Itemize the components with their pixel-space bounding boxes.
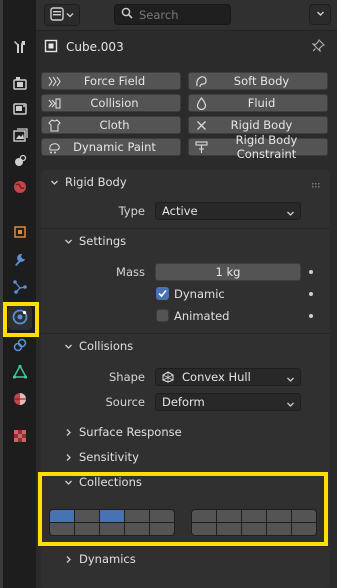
material-icon bbox=[12, 391, 28, 410]
tab-particles[interactable] bbox=[8, 276, 32, 300]
dynamic-checkbox[interactable] bbox=[156, 287, 169, 300]
dynamic-paint-button[interactable]: Dynamic Paint bbox=[41, 138, 181, 156]
highlight-collections bbox=[38, 472, 328, 546]
source-dropdown[interactable]: Deform bbox=[155, 393, 301, 411]
properties-editor-icon bbox=[50, 6, 64, 24]
rigid-body-constraint-icon bbox=[192, 140, 210, 154]
chevron-down-icon bbox=[66, 9, 74, 22]
checkmark-icon bbox=[158, 289, 167, 298]
object-icon bbox=[12, 224, 28, 243]
chevron-down-icon bbox=[286, 373, 295, 387]
chevron-down-icon bbox=[61, 237, 75, 246]
keyframe-dot[interactable] bbox=[309, 270, 313, 274]
soft-body-button[interactable]: Soft Body bbox=[188, 72, 328, 90]
keyframe-dot[interactable] bbox=[309, 314, 313, 318]
tab-tool[interactable] bbox=[8, 36, 32, 60]
fluid-button[interactable]: Fluid bbox=[188, 94, 328, 112]
object-context-row: Cube.003 bbox=[44, 37, 324, 57]
chevron-down-icon bbox=[61, 342, 75, 351]
collision-icon bbox=[45, 97, 63, 110]
rigid-body-button[interactable]: Rigid Body bbox=[188, 116, 328, 134]
convex-hull-icon bbox=[162, 371, 174, 383]
tab-object[interactable] bbox=[8, 221, 32, 245]
dynamic-label: Dynamic bbox=[174, 287, 225, 301]
tab-texture[interactable] bbox=[8, 425, 32, 449]
render-icon bbox=[12, 75, 28, 94]
view-layer-icon bbox=[12, 127, 28, 146]
modifier-icon bbox=[12, 252, 28, 271]
tab-render[interactable] bbox=[8, 72, 32, 96]
tab-output[interactable] bbox=[8, 98, 32, 122]
shape-label: Shape bbox=[108, 370, 145, 384]
mass-field[interactable]: 1 kg bbox=[155, 263, 301, 281]
cloth-icon bbox=[45, 118, 63, 132]
object-name: Cube.003 bbox=[66, 40, 124, 54]
chevron-right-icon bbox=[61, 555, 75, 564]
type-label: Type bbox=[118, 204, 145, 218]
object-icon bbox=[44, 39, 58, 56]
keyframe-dot[interactable] bbox=[309, 292, 313, 296]
search-icon bbox=[121, 7, 133, 22]
search-placeholder: Search bbox=[139, 7, 179, 22]
scene-icon bbox=[12, 153, 28, 172]
pin-icon[interactable] bbox=[311, 38, 326, 55]
mass-label: Mass bbox=[116, 265, 145, 279]
tab-material[interactable] bbox=[8, 388, 32, 412]
cloth-button[interactable]: Cloth bbox=[41, 116, 181, 134]
search-input[interactable]: Search bbox=[114, 4, 231, 25]
dynamic-paint-icon bbox=[45, 141, 63, 154]
object-data-icon bbox=[12, 363, 28, 383]
soft-body-icon bbox=[192, 75, 210, 88]
tab-constraints[interactable] bbox=[8, 334, 32, 358]
tab-world[interactable] bbox=[8, 176, 32, 200]
tab-modifiers[interactable] bbox=[8, 249, 32, 273]
editor-type-button[interactable] bbox=[44, 4, 80, 26]
collisions-header[interactable]: Collisions bbox=[41, 334, 330, 358]
output-icon bbox=[12, 101, 28, 120]
texture-icon bbox=[12, 428, 28, 447]
tab-view-layer[interactable] bbox=[8, 124, 32, 148]
chevron-down-icon bbox=[286, 398, 295, 412]
constraints-icon bbox=[12, 337, 28, 356]
force-field-icon bbox=[45, 75, 63, 88]
close-icon bbox=[192, 120, 210, 131]
options-dropdown[interactable] bbox=[309, 4, 331, 25]
settings-header[interactable]: Settings bbox=[41, 229, 330, 253]
dynamics-header[interactable]: Dynamics bbox=[41, 547, 330, 571]
rigid-body-constraint-button[interactable]: Rigid Body Constraint bbox=[188, 133, 328, 161]
chevron-down-icon bbox=[49, 178, 59, 187]
fluid-icon bbox=[192, 96, 210, 110]
drag-handle-icon[interactable] bbox=[312, 178, 322, 192]
chevron-down-icon bbox=[286, 207, 295, 221]
animated-checkbox[interactable] bbox=[156, 309, 169, 322]
tab-scene[interactable] bbox=[8, 150, 32, 174]
particles-icon bbox=[12, 279, 28, 298]
type-dropdown[interactable]: Active bbox=[155, 202, 301, 220]
force-field-button[interactable]: Force Field bbox=[41, 72, 181, 90]
chevron-down-icon bbox=[316, 8, 325, 21]
source-label: Source bbox=[105, 395, 146, 409]
sensitivity-header[interactable]: Sensitivity bbox=[41, 445, 330, 469]
world-icon bbox=[12, 179, 28, 198]
surface-response-header[interactable]: Surface Response bbox=[41, 420, 330, 444]
rigid-body-header[interactable]: Rigid Body bbox=[41, 170, 330, 194]
collision-button[interactable]: Collision bbox=[41, 94, 181, 112]
animated-label: Animated bbox=[174, 309, 230, 323]
properties-header: Search bbox=[36, 0, 337, 31]
shape-dropdown[interactable]: Convex Hull bbox=[155, 368, 301, 386]
chevron-right-icon bbox=[61, 428, 75, 437]
chevron-right-icon bbox=[61, 453, 75, 462]
highlight-physics-tab bbox=[3, 302, 39, 337]
tool-icon bbox=[12, 39, 28, 58]
tab-object-data[interactable] bbox=[8, 361, 32, 385]
